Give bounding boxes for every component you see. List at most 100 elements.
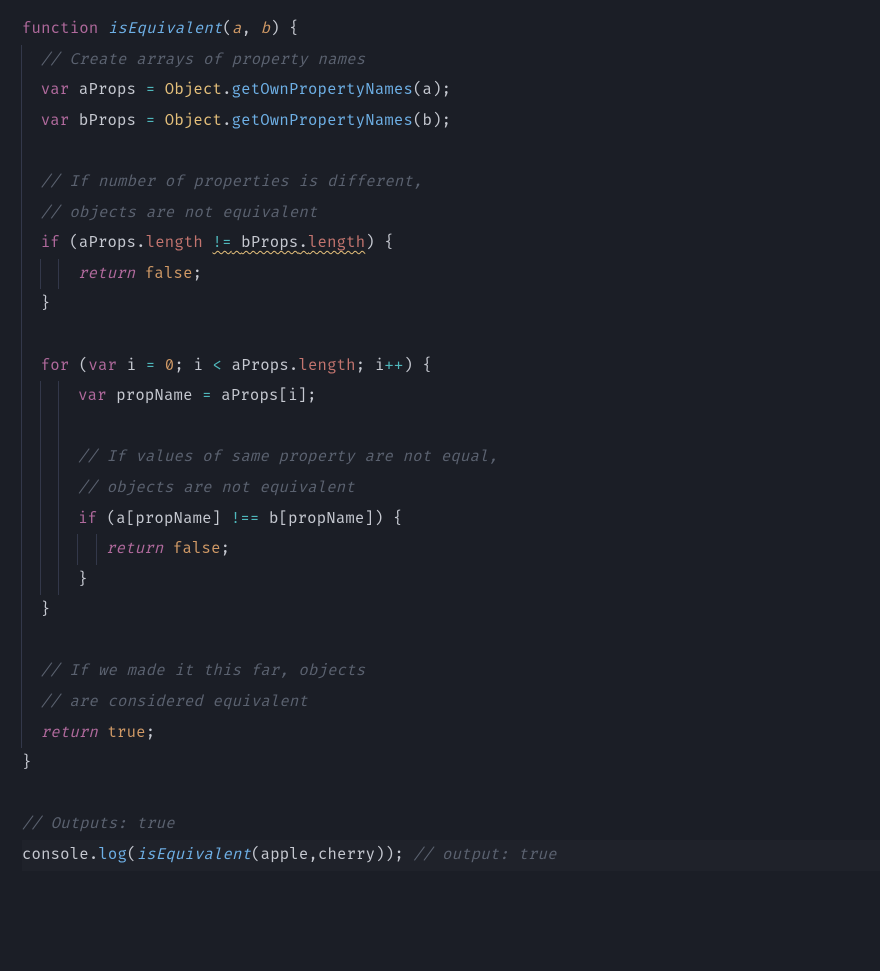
paren-brace: ) { xyxy=(365,233,394,252)
brace-close: } xyxy=(78,570,88,589)
object-global: Object xyxy=(165,111,222,130)
var-ref: aProps xyxy=(79,233,136,252)
code-line: return false; xyxy=(22,534,880,565)
code-line: // If we made it this far, objects xyxy=(22,656,880,687)
op-lt: < xyxy=(213,356,232,375)
keyword-var: var xyxy=(78,386,107,405)
op-assign: = xyxy=(146,111,165,130)
prop-length: length xyxy=(146,233,203,252)
op-assign: = xyxy=(202,386,221,405)
brace-close: } xyxy=(22,753,32,772)
semicolon: ; xyxy=(174,356,193,375)
dot: . xyxy=(222,111,232,130)
comma: , xyxy=(242,19,261,38)
method: getOwnPropertyNames xyxy=(232,80,413,99)
method: getOwnPropertyNames xyxy=(232,111,413,130)
prop-length: length xyxy=(308,233,365,252)
keyword-return: return xyxy=(106,539,163,558)
code-line: } xyxy=(22,748,880,779)
code-line: for (var i = 0; i < aProps.length; i++) … xyxy=(22,351,880,382)
code-line: return true; xyxy=(22,718,880,749)
lint-warning-span xyxy=(232,233,242,252)
blank-line xyxy=(22,320,880,351)
brace-close: } xyxy=(41,600,51,619)
code-line: var aProps = Object.getOwnPropertyNames(… xyxy=(22,75,880,106)
method-log: log xyxy=(98,845,127,864)
code-line: var bProps = Object.getOwnPropertyNames(… xyxy=(22,106,880,137)
code-line: // objects are not equivalent xyxy=(22,198,880,229)
var-ref: i xyxy=(375,356,385,375)
call-args: (b); xyxy=(413,111,451,130)
paren: ( xyxy=(97,509,116,528)
var-name: propName xyxy=(107,386,202,405)
expr: b[propName]) { xyxy=(259,509,402,528)
function-call: isEquivalent xyxy=(137,845,252,864)
param-b: b xyxy=(261,19,271,38)
param-a: a xyxy=(232,19,242,38)
bool-false: false xyxy=(145,264,193,283)
comment: // objects are not equivalent xyxy=(78,478,355,497)
console-global: console xyxy=(22,845,89,864)
code-line: // If values of same property are not eq… xyxy=(22,442,880,473)
keyword-return: return xyxy=(78,264,135,283)
op-neq-lint-warning: != xyxy=(213,233,232,252)
var-ref: aProps xyxy=(232,356,289,375)
op-assign: = xyxy=(146,356,165,375)
dot: . xyxy=(298,233,308,252)
keyword-var: var xyxy=(41,111,70,130)
semicolon: ; xyxy=(356,356,375,375)
blank-line xyxy=(22,779,880,810)
blank-line xyxy=(22,136,880,167)
brace-close: } xyxy=(41,294,51,313)
code-line: // objects are not equivalent xyxy=(22,473,880,504)
code-line: } xyxy=(22,289,880,320)
comment: // If we made it this far, objects xyxy=(41,661,366,680)
op-assign: = xyxy=(146,80,165,99)
code-line: if (aProps.length != bProps.length) { xyxy=(22,228,880,259)
var-name: bProps xyxy=(79,111,146,130)
call-args: (apple,cherry)); xyxy=(251,845,413,864)
comment: // objects are not equivalent xyxy=(41,203,318,222)
code-line: } xyxy=(22,595,880,626)
bool-false: false xyxy=(173,539,221,558)
comment: // Create arrays of property names xyxy=(41,50,366,69)
code-line: return false; xyxy=(22,259,880,290)
semicolon: ; xyxy=(146,723,156,742)
object-global: Object xyxy=(165,80,222,99)
op-inc: ++ xyxy=(384,356,403,375)
comment: // output: true xyxy=(413,845,556,864)
code-editor[interactable]: function isEquivalent(a, b) { // Create a… xyxy=(0,0,880,871)
code-line-active: console.log(isEquivalent(apple,cherry));… xyxy=(22,840,880,871)
prop-length: length xyxy=(298,356,355,375)
space xyxy=(135,264,145,283)
keyword-if: if xyxy=(41,233,60,252)
space xyxy=(98,723,108,742)
code-line: if (a[propName] !== b[propName]) { xyxy=(22,504,880,535)
dot: . xyxy=(136,233,146,252)
expr: aProps[i]; xyxy=(221,386,316,405)
op-neq-strict: !== xyxy=(231,509,260,528)
paren: ( xyxy=(127,845,137,864)
code-line: // are considered equivalent xyxy=(22,687,880,718)
code-line: // Outputs: true xyxy=(22,809,880,840)
code-line: // Create arrays of property names xyxy=(22,45,880,76)
dot: . xyxy=(89,845,99,864)
function-name: isEquivalent xyxy=(108,19,223,38)
keyword-var: var xyxy=(41,80,70,99)
var-ref: i xyxy=(193,356,212,375)
space xyxy=(163,539,173,558)
bool-true: true xyxy=(108,723,146,742)
code-line: function isEquivalent(a, b) { xyxy=(22,14,880,45)
dot: . xyxy=(222,80,232,99)
var-name: aProps xyxy=(79,80,146,99)
code-line: } xyxy=(22,565,880,596)
semicolon: ; xyxy=(193,264,203,283)
space xyxy=(203,233,213,252)
paren: ( xyxy=(222,19,232,38)
expr: a[propName] xyxy=(116,509,231,528)
blank-line xyxy=(22,412,880,443)
comment: // If number of properties is different, xyxy=(41,172,423,191)
paren-brace: ) { xyxy=(403,356,432,375)
paren: ( xyxy=(60,233,79,252)
comment: // Outputs: true xyxy=(22,814,175,833)
